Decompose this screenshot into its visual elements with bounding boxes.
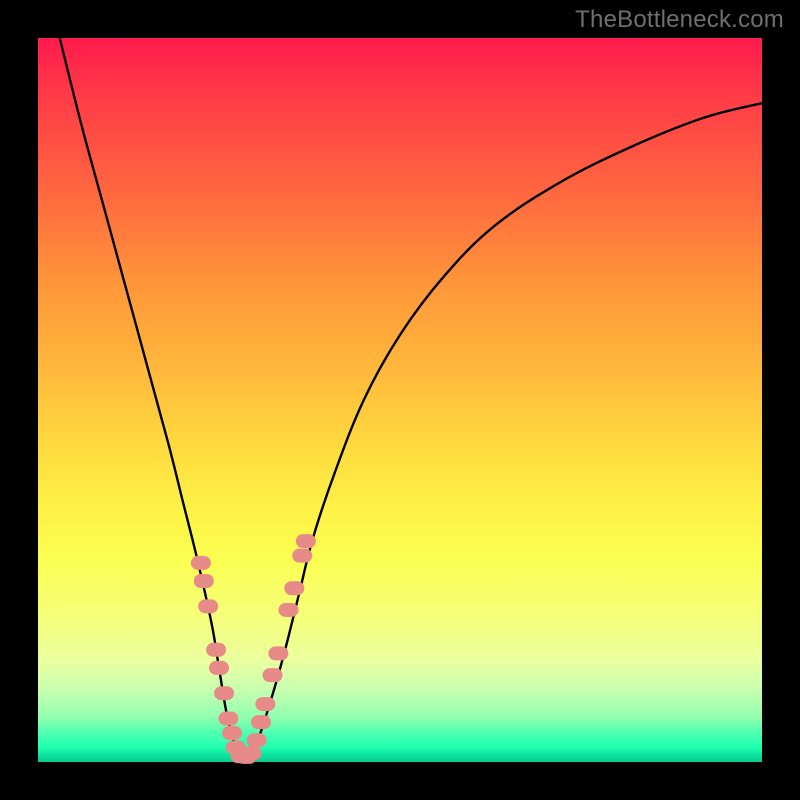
watermark-text: TheBottleneck.com: [575, 6, 784, 34]
curve-marker: [218, 712, 238, 726]
curve-marker: [214, 686, 234, 700]
plot-area: [38, 38, 762, 762]
curve-marker: [268, 646, 288, 660]
curve-marker: [206, 643, 226, 657]
curve-marker: [222, 726, 242, 740]
curve-marker: [194, 574, 214, 588]
curve-marker: [292, 549, 312, 563]
bottleneck-curve: [60, 38, 762, 760]
curve-marker: [247, 733, 267, 747]
curve-marker: [251, 715, 271, 729]
curve-svg: [38, 38, 762, 762]
curve-marker: [198, 599, 218, 613]
curve-marker: [279, 603, 299, 617]
curve-marker: [296, 534, 316, 548]
curve-marker: [209, 661, 229, 675]
curve-marker: [255, 697, 275, 711]
chart-frame: TheBottleneck.com: [0, 0, 800, 800]
curve-marker: [242, 746, 262, 760]
curve-marker: [284, 581, 304, 595]
curve-marker: [263, 668, 283, 682]
curve-marker: [191, 556, 211, 570]
curve-markers: [191, 534, 316, 764]
